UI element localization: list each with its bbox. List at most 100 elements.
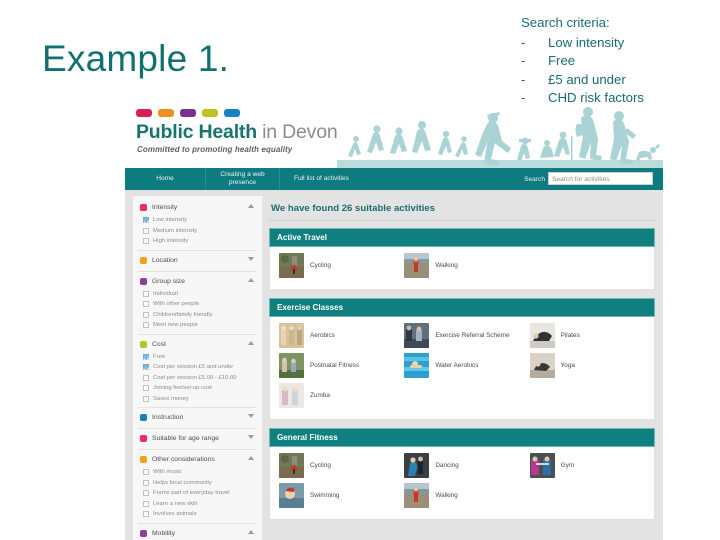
activity-tile[interactable]: Aerobics (274, 323, 399, 348)
checkbox-icon[interactable] (143, 511, 149, 518)
activity-tile[interactable]: Cycling (274, 253, 399, 278)
filter-option[interactable]: Joining fee/set-up cost (140, 383, 255, 394)
filter-option[interactable]: Individual (140, 289, 255, 300)
filter-name: Instruction (152, 414, 184, 421)
checkbox-icon[interactable] (143, 290, 149, 297)
filter-header-cost[interactable]: Cost (140, 337, 255, 352)
filter-option[interactable]: Medium intensity (140, 226, 255, 237)
filter-option[interactable]: Cost per session £5 and under (140, 362, 255, 373)
chevron-down-icon[interactable] (248, 256, 254, 261)
activity-tile[interactable]: Walking (399, 253, 524, 278)
filter-header-suitable-for-age-range[interactable]: Suitable for age range (140, 431, 255, 446)
checkbox-checked-icon[interactable] (143, 217, 149, 224)
chevron-up-icon[interactable] (248, 277, 254, 282)
category-body: Cycling Walking (269, 247, 655, 290)
filter-group-location: Location (133, 253, 262, 268)
activity-tile[interactable]: Swimming (274, 483, 399, 508)
checkbox-icon[interactable] (143, 374, 149, 381)
chevron-down-icon[interactable] (248, 414, 254, 418)
cycling-photo-icon (279, 453, 304, 478)
activity-tile[interactable]: Postnatal Fitness (274, 353, 399, 378)
activity-tile[interactable]: Gym (525, 453, 650, 478)
filter-option[interactable]: Meet new people (140, 320, 255, 331)
filter-header-instruction[interactable]: Instruction (140, 410, 255, 425)
checkbox-icon[interactable] (143, 479, 149, 486)
activity-label: Walking (435, 491, 458, 499)
option-label: Cost per session £5.00 - £10.00 (153, 374, 237, 381)
divider (138, 522, 257, 524)
chevron-up-icon[interactable] (248, 204, 254, 208)
checkbox-icon[interactable] (143, 500, 149, 507)
filter-option[interactable]: Forms part of everyday travel (140, 488, 255, 499)
category-body: Aerobics Exercise Referral Scheme Pilate… (269, 317, 655, 420)
divider (269, 220, 655, 221)
checkbox-icon[interactable] (143, 385, 149, 392)
nav-item-home[interactable]: Home (125, 168, 205, 190)
activity-tile[interactable]: Zumba (274, 383, 399, 408)
criteria-item: - Low intensity (521, 34, 711, 53)
filter-option[interactable]: Low intensity (140, 215, 255, 226)
filter-group-other-considerations: Other considerations With music Helps lo… (133, 452, 262, 520)
checkbox-checked-icon[interactable] (143, 353, 149, 360)
activity-tile[interactable]: Walking (399, 483, 524, 508)
category-title: Exercise Classes (269, 298, 655, 317)
checkbox-icon[interactable] (143, 311, 149, 318)
filter-option[interactable]: Saves money (140, 394, 255, 405)
category-title: Active Travel (269, 228, 655, 247)
filter-option[interactable]: With music (140, 467, 255, 478)
filter-option[interactable]: High intensity (140, 236, 255, 247)
chevron-up-icon[interactable] (248, 529, 254, 534)
filter-group-instruction: Instruction (133, 410, 262, 425)
results-panel: We have found 26 suitable activities Act… (269, 196, 655, 540)
checkbox-icon[interactable] (143, 469, 149, 476)
checkbox-icon[interactable] (143, 227, 149, 234)
bullet-dash: - (521, 34, 526, 50)
activity-tile[interactable]: Dancing (399, 453, 524, 478)
activity-tile[interactable]: Yoga (525, 353, 650, 378)
filter-option[interactable]: Learn a new skill (140, 499, 255, 510)
activity-grid: Cycling Walking (274, 253, 650, 283)
filter-header-intensity[interactable]: Intensity (140, 200, 255, 215)
chevron-up-icon[interactable] (248, 456, 254, 460)
filter-dot-icon (140, 204, 147, 211)
activity-tile[interactable]: Cycling (274, 453, 399, 478)
filter-option[interactable]: Cost per session £5.00 - £10.00 (140, 373, 255, 384)
site-logo[interactable]: Public Health in Devon (136, 121, 338, 144)
logo-swatches (136, 109, 240, 117)
activity-label: Exercise Referral Scheme (435, 331, 510, 339)
option-label: High intensity (153, 238, 189, 245)
site-navigation: Home Creating a web presence Full list o… (125, 168, 663, 190)
search-input[interactable]: Search for activities (548, 172, 653, 185)
option-label: Medium intensity (153, 227, 198, 234)
filter-option[interactable]: Children/family friendly (140, 310, 255, 321)
filter-option[interactable]: With other people (140, 299, 255, 310)
filter-option[interactable]: Helps local community (140, 478, 255, 489)
activity-tile[interactable]: Water Aerobics (399, 353, 524, 378)
activity-label: Swimming (310, 491, 340, 499)
chevron-up-icon[interactable] (248, 340, 254, 345)
swimming-photo-icon (279, 483, 304, 508)
checkbox-icon[interactable] (143, 238, 149, 245)
filter-option[interactable]: Free (140, 352, 255, 363)
checkbox-icon[interactable] (143, 395, 149, 402)
filter-dot-icon (140, 277, 147, 285)
checkbox-icon[interactable] (143, 301, 149, 308)
nav-item-full-list-of-activities[interactable]: Full list of activities (279, 168, 363, 190)
activity-tile[interactable]: Exercise Referral Scheme (399, 323, 524, 348)
filter-option[interactable]: Involves animals (140, 509, 255, 520)
checkbox-icon[interactable] (143, 322, 149, 329)
activity-tile[interactable]: Pilates (525, 323, 650, 348)
page-body: Intensity Low intensity Medium intensity… (125, 190, 663, 540)
checkbox-icon[interactable] (143, 490, 149, 497)
chevron-down-icon[interactable] (248, 435, 254, 439)
swatch-5 (224, 109, 240, 117)
nav-item-creating-a-web-presence[interactable]: Creating a web presence (205, 168, 279, 190)
filter-header-other-considerations[interactable]: Other considerations (140, 452, 255, 467)
aerobics-photo-icon (279, 323, 304, 348)
checkbox-checked-icon[interactable] (143, 364, 149, 371)
filter-header-location[interactable]: Location (140, 253, 255, 268)
filter-header-group-size[interactable]: Group size (140, 274, 255, 289)
swatch-4 (202, 109, 218, 117)
filter-header-mobility[interactable]: Mobility (140, 526, 255, 540)
category-exercise-classes: Exercise Classes Aerobics Exercise Refer… (269, 298, 655, 420)
